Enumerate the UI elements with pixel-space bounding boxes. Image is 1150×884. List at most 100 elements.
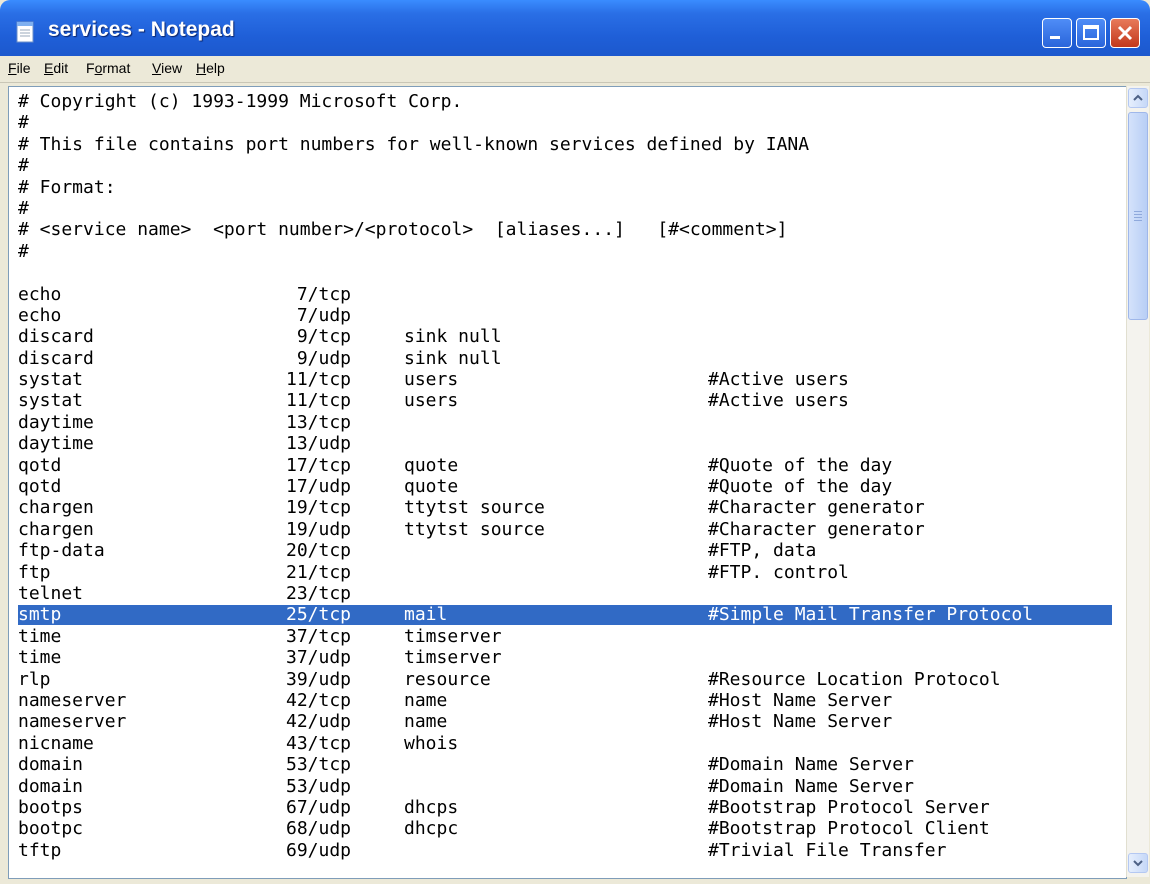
service-aliases: quote [404,454,459,476]
service-port: 17/udp [286,476,352,498]
service-line: chargen 19/tcp ttytst source #Character gen… [18,497,1118,518]
chevron-up-icon [1133,94,1143,101]
service-name: qotd [18,476,62,498]
service-aliases: whois [404,732,459,754]
service-port: 37/tcp [286,625,352,647]
header-line: # [18,198,1118,219]
service-line: nameserver 42/tcp name #Host Name Server [18,690,1118,711]
menu-file-label: ile [16,60,31,76]
service-line: echo 7/tcp [18,284,1118,305]
service-port: 19/udp [286,518,352,540]
service-line: bootps 67/udp dhcps #Bootstrap Protocol Ser… [18,797,1118,818]
header-line: # [18,155,1118,176]
maximize-icon [1083,25,1099,40]
service-comment: #Domain Name Server [708,775,914,797]
text-content[interactable]: # Copyright (c) 1993-1999 Microsoft Corp… [18,91,1118,861]
service-name: tftp [18,839,62,861]
service-aliases: dhcps [404,796,459,818]
service-comment: #Active users [708,390,849,412]
menu-edit-accel: E [44,60,54,76]
service-aliases: resource [404,668,491,690]
menu-bar: File Edit Format View Help [0,56,1150,83]
menu-help[interactable]: Help [196,60,225,76]
header-line-text: # [18,112,29,134]
service-name: nameserver [18,689,127,711]
header-line-text: # [18,240,29,262]
text-editor[interactable]: # Copyright (c) 1993-1999 Microsoft Corp… [8,86,1127,879]
service-comment: #Active users [708,369,849,391]
service-name: domain [18,754,84,776]
service-port: 17/tcp [286,454,352,476]
service-comment: #Host Name Server [708,689,893,711]
service-line: daytime 13/udp [18,433,1118,454]
chevron-down-icon [1133,860,1143,867]
service-name: systat [18,369,84,391]
menu-view[interactable]: View [152,60,182,76]
service-port: 68/udp [286,818,352,840]
maximize-button[interactable] [1076,18,1106,48]
notepad-icon[interactable] [14,20,38,44]
service-line: rlp 39/udp resource #Resource Location Prot… [18,669,1118,690]
service-aliases: ttytst source [404,518,545,540]
menu-view-label: iew [161,60,183,76]
scroll-up-button[interactable] [1128,88,1148,108]
service-name: discard [18,347,94,369]
service-aliases: name [404,711,448,733]
service-line: chargen 19/udp ttytst source #Character gen… [18,519,1118,540]
service-comment: #Bootstrap Protocol Server [708,796,990,818]
menu-file[interactable]: File [8,60,31,76]
menu-format-label: rmat [102,60,131,76]
service-port: 37/udp [286,647,352,669]
service-line: nameserver 42/udp name #Host Name Server [18,711,1118,732]
service-aliases: quote [404,476,459,498]
service-port: 43/tcp [286,732,352,754]
close-button[interactable] [1110,18,1140,48]
menu-edit-label: dit [53,60,69,76]
header-line: # Copyright (c) 1993-1999 Microsoft Corp… [18,91,1118,112]
service-line: echo 7/udp [18,305,1118,326]
service-port: 11/tcp [286,390,352,412]
service-line: bootpc 68/udp dhcpc #Bootstrap Protocol Cli… [18,818,1118,839]
service-comment: #Quote of the day [708,454,893,476]
service-aliases: users [404,390,459,412]
service-port: 11/tcp [286,369,352,391]
service-line: ftp-data 20/tcp #FTP, data [18,540,1118,561]
service-name: time [18,625,62,647]
service-name: qotd [18,454,62,476]
service-line: qotd 17/udp quote #Quote of the day [18,476,1118,497]
service-port: 21/tcp [286,561,352,583]
service-port: 67/udp [286,796,352,818]
service-comment: #Character generator [708,518,925,540]
service-name: smtp [18,604,62,626]
menu-format[interactable]: Format [86,60,130,76]
service-name: nicname [18,732,94,754]
service-name: telnet [18,582,84,604]
service-port: 39/udp [286,668,352,690]
service-port: 7/udp [296,304,352,326]
service-name: domain [18,775,84,797]
service-port: 9/tcp [296,326,352,348]
menu-format-pre: F [86,60,95,76]
vertical-scrollbar[interactable] [1126,86,1149,877]
service-port: 13/udp [286,433,352,455]
service-port: 69/udp [286,839,352,861]
menu-edit[interactable]: Edit [44,60,68,76]
header-line: # This file contains port numbers for we… [18,134,1118,155]
service-aliases: timserver [404,647,502,669]
service-line: telnet 23/tcp [18,583,1118,604]
service-aliases: sink null [404,326,502,348]
minimize-button[interactable] [1042,18,1072,48]
scroll-thumb[interactable] [1128,112,1148,320]
service-port: 13/tcp [286,411,352,433]
scroll-down-button[interactable] [1128,853,1148,873]
service-aliases: mail [404,604,448,626]
service-line: time 37/tcp timserver [18,626,1118,647]
service-port: 20/tcp [286,540,352,562]
thumb-grip [1134,211,1142,212]
service-port: 42/udp [286,711,352,733]
service-name: chargen [18,497,94,519]
service-line: discard 9/udp sink null [18,348,1118,369]
service-port: 53/tcp [286,754,352,776]
service-line: nicname 43/tcp whois [18,733,1118,754]
service-comment: #Character generator [708,497,925,519]
